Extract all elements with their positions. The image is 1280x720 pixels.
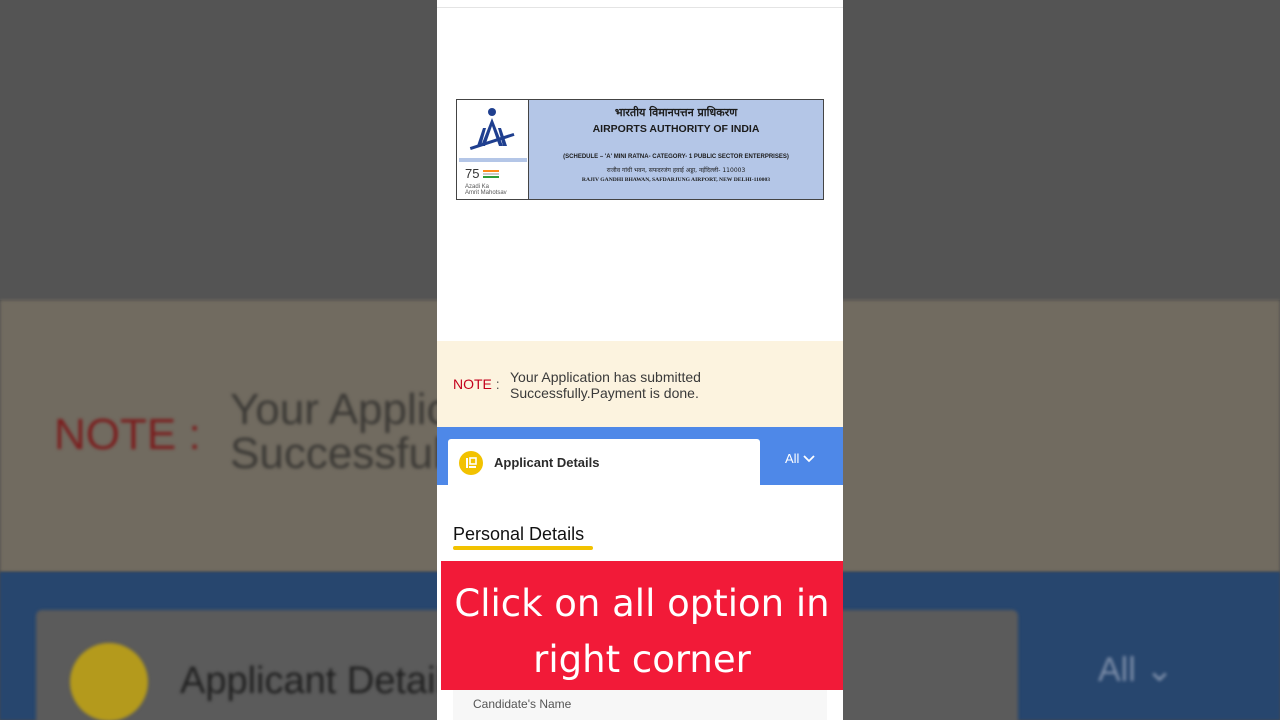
top-divider [437, 7, 843, 8]
instruction-banner-text: Click on all option in right corner [454, 582, 830, 681]
tab-applicant-details[interactable]: Applicant Details [448, 439, 760, 485]
org-title-english: AIRPORTS AUTHORITY OF INDIA [592, 123, 760, 135]
logo-column: 75 Azadi Ka Amrit Mahotsav [457, 100, 529, 199]
all-label: All [785, 451, 800, 466]
bg-all-label: All ⌄ [1098, 651, 1174, 689]
letterhead-text: भारतीय विमानपत्तन प्राधिकरण AIRPORTS AUT… [529, 100, 823, 199]
note-message: Your Application has submitted Successfu… [510, 369, 701, 401]
candidate-name-label: Candidate's Name [473, 697, 572, 711]
aai-letterhead: 75 Azadi Ka Amrit Mahotsav भारतीय विमानप… [456, 99, 824, 200]
note-panel: NOTE : Your Application has submitted Su… [437, 341, 843, 427]
azadi-ka-amrit-mahotsav-logo-icon: 75 Azadi Ka Amrit Mahotsav [465, 166, 507, 196]
section-underline [453, 546, 593, 550]
org-title-hindi: भारतीय विमानपत्तन प्राधिकरण [614, 106, 738, 119]
svg-text:Amrit Mahotsav: Amrit Mahotsav [465, 190, 507, 196]
applicant-details-label: Applicant Details [494, 455, 600, 470]
instruction-banner: Click on all option in right corner [441, 561, 843, 690]
org-address-english: RAJIV GANDHI BHAWAN, SAFDARJUNG AIRPORT,… [581, 177, 771, 183]
svg-text:75: 75 [465, 166, 479, 181]
bg-applicant-icon [70, 643, 148, 720]
aai-logo-icon [469, 108, 515, 151]
phone-screen: 75 Azadi Ka Amrit Mahotsav भारतीय विमानप… [437, 0, 843, 720]
org-schedule: (SCHEDULE – 'A' MINI RATNA- CATEGORY- 1 … [563, 154, 789, 160]
details-tab-bar: Applicant Details All [437, 427, 843, 485]
logo-divider [459, 158, 527, 162]
all-dropdown-button[interactable]: All [785, 451, 816, 466]
bg-applicant-label: Applicant Details [180, 660, 464, 702]
org-address-hindi: राजीव गांधी भवन, सफदरजंग हवाई अड्डा, नईद… [606, 167, 746, 174]
candidate-name-field[interactable]: Candidate's Name [453, 690, 827, 720]
section-title: Personal Details [453, 524, 585, 544]
applicant-details-icon [459, 451, 483, 475]
chevron-down-icon [803, 454, 816, 462]
note-label: NOTE : [453, 376, 500, 392]
bg-note-label: NOTE : [54, 410, 201, 459]
